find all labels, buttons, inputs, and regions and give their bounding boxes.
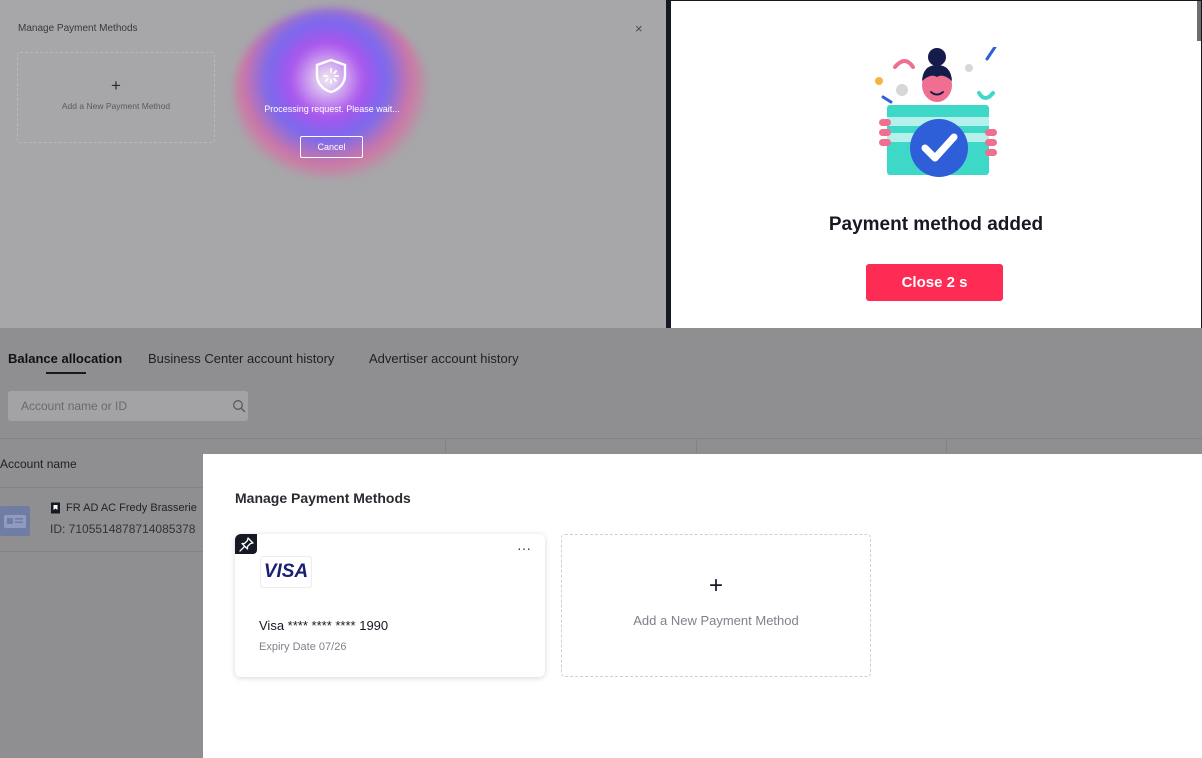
success-panel: Payment method added Close 2 s [666, 0, 1202, 328]
more-options-icon[interactable]: ··· [517, 540, 531, 556]
modal-title: Manage Payment Methods [235, 490, 411, 506]
close-icon[interactable]: × [635, 21, 643, 36]
cancel-button[interactable]: Cancel [300, 136, 363, 158]
close-countdown-button[interactable]: Close 2 s [866, 264, 1003, 301]
processing-panel: Manage Payment Methods × + Add a New Pay… [0, 0, 666, 328]
shield-loading-icon [315, 59, 347, 93]
search-input[interactable] [8, 391, 218, 421]
card-number: Visa **** **** **** 1990 [259, 618, 389, 633]
tab-balance-allocation[interactable]: Balance allocation [8, 351, 122, 366]
search-icon[interactable] [232, 399, 246, 413]
add-payment-method-label: Add a New Payment Method [61, 101, 171, 111]
column-divider [696, 439, 697, 453]
add-payment-method-label: Add a New Payment Method [633, 613, 799, 628]
column-header-account-name: Account name [0, 457, 77, 471]
visa-logo: VISA [260, 556, 312, 588]
column-divider [946, 439, 947, 453]
plus-icon: + [708, 572, 723, 599]
id-card-icon [4, 515, 26, 528]
search-box [8, 391, 248, 421]
account-id: ID: 7105514878714085378 [50, 522, 196, 536]
card-expiry: Expiry Date 07/26 [259, 641, 347, 653]
tab-business-center-account-history[interactable]: Business Center account history [148, 351, 334, 366]
visa-logo-text: VISA [263, 561, 309, 582]
scrollbar[interactable] [1197, 1, 1201, 41]
account-avatar [0, 506, 30, 536]
active-tab-indicator [46, 372, 86, 374]
pin-icon[interactable] [235, 534, 257, 554]
add-payment-method-card[interactable]: + Add a New Payment Method [561, 534, 871, 677]
bookmark-flag-icon [51, 502, 60, 514]
account-name[interactable]: FR AD AC Fredy Brasserie [66, 502, 197, 514]
plus-icon: + [111, 76, 121, 95]
payment-card[interactable]: ··· VISA Visa **** **** **** 1990 Expiry… [235, 534, 545, 677]
tab-advertiser-account-history[interactable]: Advertiser account history [369, 351, 519, 366]
add-payment-method-card-dimmed[interactable]: + Add a New Payment Method [17, 52, 215, 143]
success-message: Payment method added [828, 214, 1044, 235]
processing-panel-title: Manage Payment Methods [18, 23, 138, 34]
success-illustration [875, 47, 997, 177]
column-divider [445, 439, 446, 453]
processing-status-text: Processing request. Please wait... [264, 104, 400, 114]
manage-payment-methods-modal: Manage Payment Methods ··· VISA Visa ***… [203, 454, 1202, 758]
